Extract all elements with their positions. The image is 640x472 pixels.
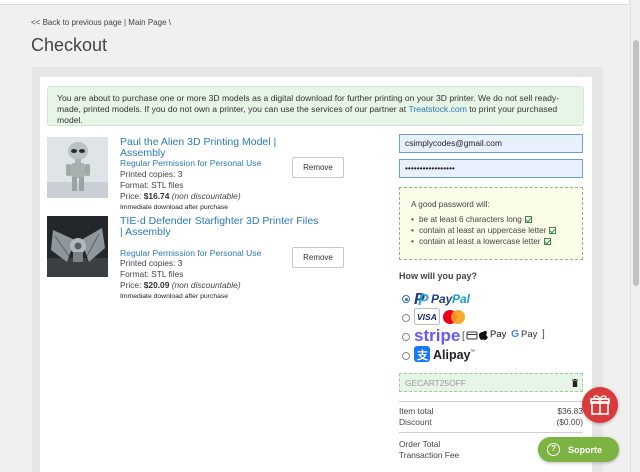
support-label: Soporte (568, 445, 603, 455)
rule-text: contain at least a lowercase letter (419, 237, 541, 246)
page-title: Checkout (31, 35, 108, 55)
apple-pay-label: Pay (490, 329, 507, 340)
password-field[interactable]: ••••••••••••••••• (399, 159, 583, 178)
gift-button[interactable] (582, 387, 618, 423)
price-value: $16.74 (143, 191, 170, 201)
svg-text:VISA: VISA (417, 312, 437, 322)
email-field[interactable]: csimplycodes@gmail.com (399, 134, 583, 153)
price-value: $20.09 (143, 280, 170, 290)
printed-copies: Printed copies: 3 (120, 169, 183, 179)
page-scrollbar[interactable] (630, 0, 640, 472)
summary-value: $36.83 (557, 406, 583, 416)
remove-item-button[interactable]: Remove (292, 157, 344, 178)
support-button[interactable]: ? Soporte (538, 437, 619, 462)
stripe-wordmark: stripe (414, 326, 460, 345)
starfighter-model-thumbnail[interactable] (47, 216, 108, 277)
card-radio[interactable] (402, 314, 410, 322)
license-link[interactable]: Regular Permission for Personal Use (120, 158, 261, 168)
file-format: Format: STL files (120, 180, 184, 190)
price-note: (non discountable) (171, 280, 241, 290)
trash-icon[interactable] (572, 379, 578, 387)
password-hints: A good password will: be at least 6 char… (399, 187, 583, 260)
rule-text: be at least 6 characters long (419, 215, 522, 224)
summary-divider (399, 432, 583, 433)
google-pay-label: Pay (521, 329, 538, 340)
help-icon: ? (547, 443, 560, 456)
password-rule: be at least 6 characters long (411, 214, 556, 225)
payment-question: How will you pay? (399, 271, 478, 281)
checkmark-icon (543, 238, 551, 245)
google-g-icon: G (511, 328, 520, 340)
summary-label: Transaction Fee (399, 450, 460, 460)
item-title-link[interactable]: TIE-d Defender Starfighter 3D Printer Fi… (120, 216, 320, 238)
breadcrumb-separator: | (123, 18, 127, 27)
svg-text:Pay: Pay (431, 292, 454, 306)
breadcrumb: << Back to previous page | Main Page \ (31, 18, 171, 27)
visa-mastercard-logo[interactable]: VISA (414, 308, 468, 326)
password-rules-list: be at least 6 characters long contain at… (411, 214, 557, 247)
item-title-link[interactable]: Paul the Alien 3D Printing Model | Assem… (120, 137, 320, 159)
summary-row-discount: Discount ($0.00) (399, 417, 583, 427)
coupon-input[interactable]: GECART25OFF (399, 373, 583, 392)
summary-label: Item total (399, 406, 434, 416)
file-format: Format: STL files (120, 269, 184, 279)
paypal-logo[interactable]: P P Pay Pal (414, 290, 484, 309)
item-price: Price: $16.74 (non discountable) (120, 191, 241, 202)
svg-text:支: 支 (416, 348, 429, 362)
alipay-logo[interactable]: 支 Alipay ™ (414, 345, 476, 364)
gift-icon (590, 395, 610, 415)
checkmark-icon (524, 216, 532, 223)
main-page-link[interactable]: Main Page (128, 18, 166, 27)
price-note: (non discountable) (171, 191, 241, 201)
paypal-radio[interactable] (402, 295, 410, 303)
password-hints-heading: A good password will: (411, 200, 490, 209)
svg-text:P: P (418, 292, 429, 308)
remove-item-button[interactable]: Remove (292, 247, 344, 268)
license-link[interactable]: Regular Permission for Personal Use (120, 248, 261, 258)
summary-divider (399, 401, 583, 402)
price-label: Price: (120, 191, 144, 201)
summary-row-item-total: Item total $36.83 (399, 406, 583, 416)
info-notice: You are about to purchase one or more 3D… (47, 86, 584, 126)
summary-value: ($0.00) (556, 417, 583, 427)
svg-text:™: ™ (470, 349, 475, 355)
svg-text:Pal: Pal (452, 292, 471, 306)
breadcrumb-separator: \ (168, 18, 171, 27)
top-bar (0, 0, 628, 5)
price-label: Price: (120, 280, 144, 290)
download-note: Immediate download after purchase (120, 204, 229, 211)
stripe-logo[interactable]: stripe [ Pay G Pay ] (414, 326, 554, 345)
svg-text:Alipay: Alipay (433, 348, 471, 362)
summary-label: Discount (399, 417, 432, 427)
printed-copies: Printed copies: 3 (120, 258, 183, 268)
rule-text: contain at least an uppercase letter (419, 226, 547, 235)
stripe-radio[interactable] (402, 333, 410, 341)
checkmark-icon (549, 227, 557, 234)
password-rule: contain at least an uppercase letter (411, 225, 557, 236)
summary-label: Order Total (399, 439, 441, 449)
download-note: Immediate download after purchase (120, 293, 229, 300)
bracket-close: ] (542, 329, 545, 340)
scrollbar-thumb[interactable] (633, 40, 639, 286)
alien-model-thumbnail[interactable] (47, 137, 108, 198)
svg-text:[: [ (462, 331, 465, 342)
treatstock-link[interactable]: Treatstock.com (408, 104, 466, 114)
back-link[interactable]: << Back to previous page (31, 18, 122, 27)
item-price: Price: $20.09 (non discountable) (120, 280, 241, 291)
alipay-radio[interactable] (402, 352, 410, 360)
password-rule: contain at least a lowercase letter (411, 236, 556, 247)
